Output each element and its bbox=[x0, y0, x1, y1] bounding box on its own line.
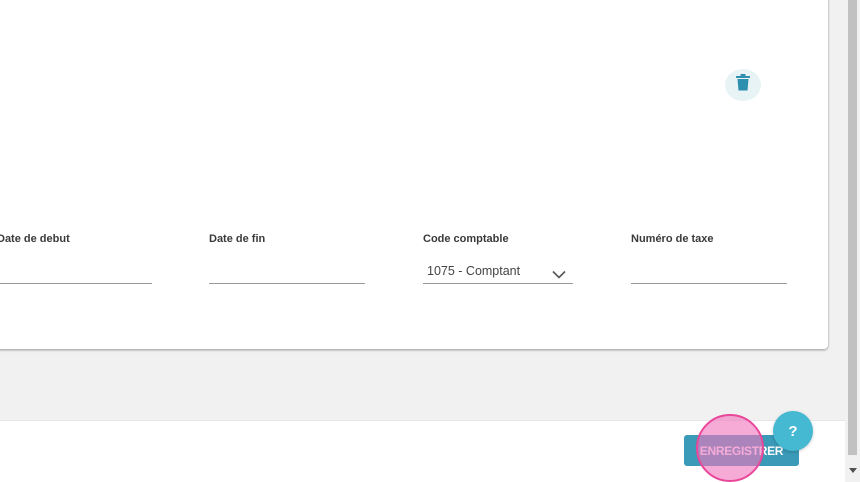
trash-icon bbox=[736, 74, 750, 96]
delete-button[interactable] bbox=[725, 69, 761, 101]
code-comptable-underline bbox=[423, 283, 573, 284]
date-fin-field: Date de fin bbox=[209, 233, 365, 284]
date-fin-underline bbox=[209, 283, 365, 284]
code-comptable-select[interactable]: 1075 - Comptant bbox=[427, 264, 520, 278]
date-debut-underline bbox=[0, 283, 152, 284]
scroll-down-arrow-icon[interactable] bbox=[845, 463, 860, 478]
numero-taxe-underline bbox=[631, 283, 787, 284]
numero-taxe-field: Numéro de taxe bbox=[631, 233, 787, 284]
scrollbar-thumb[interactable] bbox=[848, 0, 857, 455]
vertical-scrollbar[interactable] bbox=[845, 0, 860, 481]
form-card bbox=[0, 0, 828, 349]
date-debut-label: Date de debut bbox=[0, 233, 70, 245]
code-comptable-label: Code comptable bbox=[423, 233, 509, 245]
help-label: ? bbox=[788, 422, 798, 440]
date-debut-field: Date de debut bbox=[0, 233, 152, 284]
code-comptable-field: Code comptable 1075 - Comptant bbox=[423, 233, 573, 284]
date-fin-label: Date de fin bbox=[209, 233, 266, 245]
help-button[interactable]: ? bbox=[773, 411, 813, 451]
chevron-down-icon[interactable] bbox=[552, 266, 566, 284]
numero-taxe-label: Numéro de taxe bbox=[631, 233, 714, 245]
